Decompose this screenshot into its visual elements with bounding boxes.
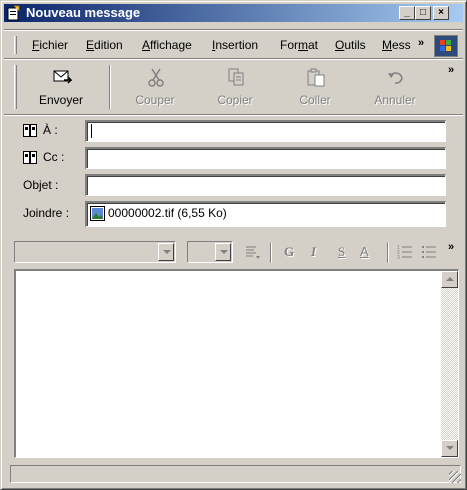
font-name-select[interactable]: [14, 241, 176, 263]
paste-label: Coller: [299, 93, 331, 107]
to-label: À :: [43, 123, 58, 137]
bold-button[interactable]: G: [284, 244, 294, 260]
toolbar-bottom-divider: [4, 114, 463, 116]
paste-icon: [307, 68, 325, 87]
menu-more-chevron-icon[interactable]: »: [418, 37, 424, 49]
subject-field[interactable]: [85, 174, 446, 196]
bullet-list-icon[interactable]: [421, 244, 437, 260]
menu-outils[interactable]: Outils: [335, 38, 366, 52]
menu-insertion[interactable]: Insertion: [212, 38, 258, 52]
copy-label: Copier: [217, 93, 253, 107]
undo-icon: [388, 72, 403, 84]
menu-messages-rest: ess: [392, 38, 411, 52]
maximize-icon: □: [419, 7, 427, 18]
address-book-icon[interactable]: [23, 151, 38, 164]
maximize-button[interactable]: □: [415, 6, 431, 20]
menu-messages[interactable]: Mess: [382, 38, 411, 52]
status-bar: [4, 463, 463, 485]
minimize-icon: _: [404, 7, 410, 18]
close-icon: ×: [438, 7, 444, 18]
cut-button[interactable]: Couper: [122, 63, 188, 109]
toolbar-grip[interactable]: [14, 65, 17, 109]
menu-outils-accel: O: [335, 38, 345, 52]
attach-field[interactable]: 00000002.tif (6,55 Ko): [85, 201, 446, 227]
window-title: Nouveau message: [26, 5, 141, 20]
scissors-icon: [148, 68, 164, 87]
menu-affichage-rest: ffichage: [150, 38, 192, 52]
minimize-button[interactable]: _: [399, 6, 415, 20]
message-body-editor[interactable]: [14, 269, 459, 458]
menu-edition-accel: E: [86, 38, 95, 52]
menu-fichier[interactable]: Fichier: [32, 38, 68, 52]
paste-button[interactable]: Coller: [282, 63, 348, 109]
scroll-down-button[interactable]: [441, 440, 458, 457]
undo-label: Annuler: [374, 93, 416, 107]
send-button[interactable]: Envoyer: [28, 63, 94, 109]
send-icon: [53, 70, 72, 84]
format-toolbar: G I S A 1 2 3 »: [4, 237, 463, 267]
resize-grip-icon[interactable]: [449, 471, 461, 483]
paragraph-style-icon[interactable]: [244, 244, 262, 260]
italic-button[interactable]: I: [311, 244, 316, 260]
format-separator: [387, 243, 389, 263]
undo-button[interactable]: Annuler: [362, 63, 428, 109]
menu-format-pre: For: [280, 38, 298, 52]
menu-bar: Fichier Edition Affichage Insertion Form…: [4, 33, 463, 57]
copy-icon: [228, 68, 244, 86]
menu-messages-accel: M: [382, 38, 392, 52]
toolbar-more-chevron-icon[interactable]: »: [448, 64, 454, 76]
cc-label: Cc :: [43, 150, 65, 164]
menu-fichier-rest: ichier: [39, 38, 69, 52]
new-message-window: Nouveau message _ □ × Fichier Edition Af…: [0, 0, 467, 490]
font-color-button[interactable]: A: [360, 244, 369, 259]
subject-label: Objet :: [23, 178, 59, 192]
attachment-item[interactable]: 00000002.tif (6,55 Ko): [108, 206, 227, 220]
windows-logo-icon: [434, 35, 458, 57]
send-label: Envoyer: [38, 93, 84, 107]
cut-label: Couper: [135, 93, 175, 107]
scroll-up-button[interactable]: [441, 271, 458, 288]
menu-outils-rest: utils: [344, 38, 366, 52]
menubar-grip[interactable]: [14, 36, 17, 54]
image-file-icon: [90, 206, 105, 221]
font-size-select[interactable]: [187, 241, 233, 263]
numbered-list-icon[interactable]: 1 2 3: [397, 244, 413, 260]
format-separator: [270, 243, 272, 263]
menu-insertion-rest: nsertion: [215, 38, 259, 52]
cc-field[interactable]: [85, 147, 446, 169]
svg-text:3: 3: [397, 255, 400, 260]
new-message-icon: [7, 5, 20, 21]
menu-edition[interactable]: Edition: [86, 38, 123, 52]
copy-button[interactable]: Copier: [202, 63, 268, 109]
close-button[interactable]: ×: [433, 6, 449, 20]
menu-format-rest: at: [308, 38, 319, 52]
menu-edition-rest: dition: [94, 38, 123, 52]
address-book-icon[interactable]: [23, 124, 38, 137]
underline-button[interactable]: S: [338, 244, 345, 260]
toolbar-separator: [109, 65, 111, 109]
to-field[interactable]: [85, 120, 446, 142]
menu-affichage[interactable]: Affichage: [142, 38, 192, 52]
attach-label: Joindre :: [23, 206, 70, 220]
toolbar-top-divider: [4, 58, 463, 60]
format-more-chevron-icon[interactable]: »: [448, 241, 454, 253]
standard-toolbar: Envoyer Couper Copier Coller Annuler »: [4, 61, 463, 113]
windows-flag-icon: [435, 36, 457, 56]
menubar-top-divider: [4, 29, 463, 31]
status-pane: [10, 465, 461, 483]
menu-format[interactable]: Format: [280, 38, 318, 52]
menu-affichage-accel: A: [142, 38, 151, 52]
vertical-scrollbar[interactable]: [441, 271, 458, 457]
menu-format-accel: m: [298, 38, 308, 52]
text-caret: [91, 124, 92, 138]
chevron-down-icon[interactable]: [158, 243, 174, 261]
title-bar[interactable]: Nouveau message _ □ ×: [4, 4, 463, 22]
chevron-down-icon[interactable]: [215, 243, 231, 261]
